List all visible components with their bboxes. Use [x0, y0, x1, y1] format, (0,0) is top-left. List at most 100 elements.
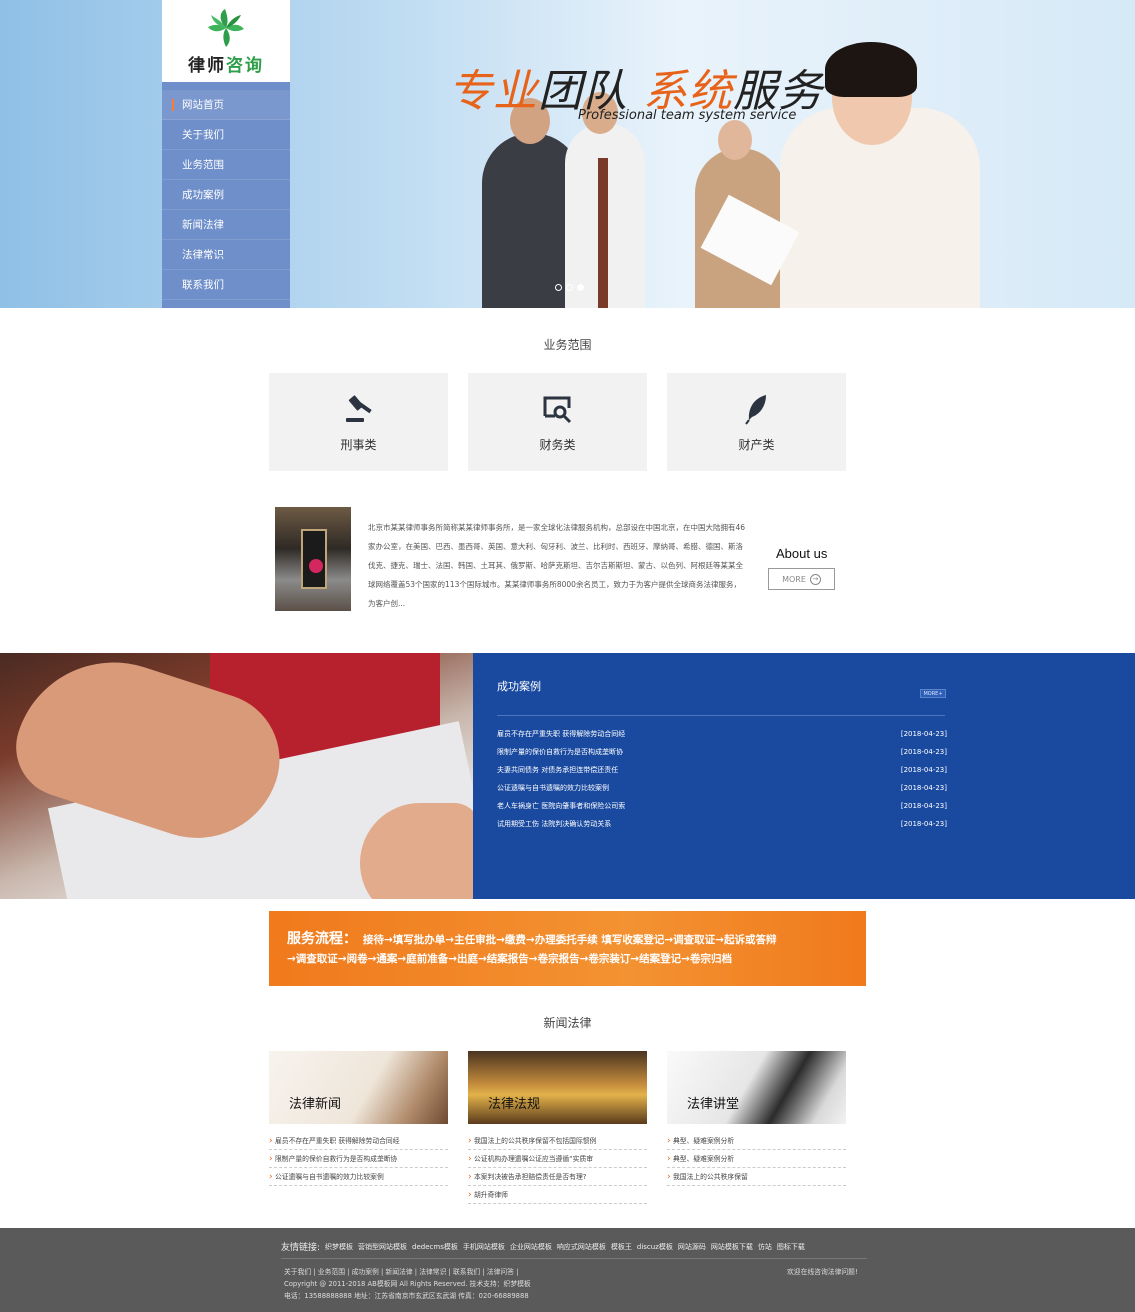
- about-text: 北京市某某律师事务所简称某某律师事务所，是一家全球化法律服务机构，总部设在中国北…: [368, 523, 746, 608]
- news-section-title: 新闻法律: [543, 1016, 592, 1030]
- friend-link[interactable]: 营销型网站模板: [358, 1242, 407, 1252]
- news-item[interactable]: 胡升奇律师: [468, 1186, 647, 1204]
- sidebar-nav: 律师咨询 网站首页 关于我们 业务范围 成功案例 新闻法律 法律常识 联系我们: [162, 0, 290, 308]
- about-title: About us: [776, 546, 828, 561]
- cases-list: 雇员不存在严重失职 获得解除劳动合同经 [2018-04-23] 限制产量的保价自…: [497, 725, 947, 833]
- pinwheel-logo-icon: [208, 8, 244, 47]
- friend-link[interactable]: 织梦模板: [325, 1242, 353, 1252]
- footer-info: 关于我们 | 业务范围 | 成功案例 | 新闻法律 | 法律常识 | 联系我们 …: [284, 1266, 531, 1302]
- news-item[interactable]: 限制产量的保价自救行为是否构成垄断协: [269, 1150, 448, 1168]
- news-columns: 法律新闻 雇员不存在严重失职 获得解除劳动合同经 限制产量的保价自救行为是否构成…: [269, 1051, 846, 1204]
- news-item[interactable]: 本案判决被告承担赔偿责任是否有理?: [468, 1168, 647, 1186]
- business-cards: 刑事类 财务类 财产类: [269, 373, 846, 471]
- case-item[interactable]: 试用期受工伤 法院判决确认劳动关系 [2018-04-23]: [497, 815, 947, 833]
- news-item[interactable]: 雇员不存在严重失职 获得解除劳动合同经: [269, 1132, 448, 1150]
- about-image: [275, 507, 351, 611]
- friend-link[interactable]: 网站源码: [678, 1242, 706, 1252]
- case-title: 老人车祸身亡 医院向肇事者和保险公司索: [497, 802, 626, 810]
- process-row: 服务流程： 接待→填写批办单→主任审批→缴费→办理委托手续 填写收案登记→调查取证…: [287, 929, 866, 949]
- footer: 友情链接: 织梦模板 营销型网站模板 dedecms模板 手机网站模板 企业网站…: [0, 1228, 1135, 1312]
- about-more-button[interactable]: MORE →: [768, 568, 835, 590]
- news-column: 法律法规 我国法上的公共秩序保留不包括国际惯例 公证机构办理遗嘱公证应当遵循“实…: [468, 1051, 647, 1204]
- news-image[interactable]: 法律讲堂: [667, 1051, 846, 1124]
- nav-item-knowledge[interactable]: 法律常识: [162, 240, 290, 270]
- business-card-finance[interactable]: 财务类: [468, 373, 647, 471]
- news-caption: 法律讲堂: [687, 1097, 740, 1112]
- case-item[interactable]: 雇员不存在严重失职 获得解除劳动合同经 [2018-04-23]: [497, 725, 947, 743]
- nav-item-cases[interactable]: 成功案例: [162, 180, 290, 210]
- logo-text-dark: 律师: [188, 55, 226, 76]
- more-label: MORE: [782, 574, 806, 584]
- nav-item-home[interactable]: 网站首页: [162, 90, 290, 120]
- arrow-right-icon: →: [809, 573, 821, 585]
- carousel-dots: [555, 284, 584, 291]
- news-caption: 法律新闻: [289, 1097, 342, 1112]
- friend-link[interactable]: 网站模板下载: [711, 1242, 753, 1252]
- news-image[interactable]: 法律法规: [468, 1051, 647, 1124]
- footer-copyright: Copyright @ 2011-2018 AB模板网 All Rights R…: [284, 1280, 531, 1288]
- footer-nav[interactable]: 关于我们 | 业务范围 | 成功案例 | 新闻法律 | 法律常识 | 联系我们 …: [284, 1266, 531, 1278]
- feather-icon: [744, 394, 766, 425]
- news-item[interactable]: 典型、疑难案例分析: [667, 1150, 846, 1168]
- friend-link[interactable]: 仿站: [758, 1242, 772, 1252]
- case-date: [2018-04-23]: [900, 730, 947, 738]
- business-card-label: 刑事类: [340, 437, 377, 452]
- logo-text: 律师咨询: [188, 51, 264, 76]
- logo-text-green: 咨询: [226, 55, 264, 76]
- friend-link[interactable]: 响应式网站模板: [557, 1242, 606, 1252]
- case-item[interactable]: 限制产量的保价自救行为是否构成垄断协 [2018-04-23]: [497, 743, 947, 761]
- news-list: 我国法上的公共秩序保留不包括国际惯例 公证机构办理遗嘱公证应当遵循“实质审 本案…: [468, 1132, 647, 1204]
- nav-menu: 网站首页 关于我们 业务范围 成功案例 新闻法律 法律常识 联系我们: [162, 82, 290, 300]
- case-title: 试用期受工伤 法院判决确认劳动关系: [497, 820, 612, 828]
- news-item[interactable]: 典型、疑难案例分析: [667, 1132, 846, 1150]
- business-card-property[interactable]: 财产类: [667, 373, 846, 471]
- business-card-criminal[interactable]: 刑事类: [269, 373, 448, 471]
- carousel-dot[interactable]: [555, 284, 562, 291]
- process-label: 服务流程：: [287, 931, 357, 947]
- slogan-part: 专业: [448, 66, 538, 117]
- case-item[interactable]: 老人车祸身亡 医院向肇事者和保险公司索 [2018-04-23]: [497, 797, 947, 815]
- cases-more-button[interactable]: MORE+: [920, 689, 946, 698]
- case-item[interactable]: 公证遗嘱与自书遗嘱的效力比较案例 [2018-04-23]: [497, 779, 947, 797]
- business-card-label: 财务类: [539, 437, 576, 452]
- nav-item-news[interactable]: 新闻法律: [162, 210, 290, 240]
- gavel-icon: [345, 394, 372, 422]
- footer-contact: 电话：13588888888 地址：江苏省南京市玄武区玄武湖 传真：020-66…: [284, 1292, 529, 1300]
- logo[interactable]: 律师咨询: [162, 0, 290, 82]
- case-title: 公证遗嘱与自书遗嘱的效力比较案例: [497, 784, 609, 792]
- case-item[interactable]: 夫妻共同债务 对债务承担连带偿还责任 [2018-04-23]: [497, 761, 947, 779]
- footer-welcome: 欢迎在线咨询法律问题!: [787, 1268, 858, 1276]
- friend-link[interactable]: 模板王: [611, 1242, 632, 1252]
- news-caption: 法律法规: [488, 1097, 541, 1112]
- cases-title: 成功案例: [497, 680, 541, 693]
- friend-link[interactable]: dedecms模板: [412, 1242, 458, 1252]
- business-section-title: 业务范围: [543, 338, 592, 352]
- process-steps: 接待→填写批办单→主任审批→缴费→办理委托手续 填写收案登记→调查取证→起诉或答…: [363, 934, 777, 946]
- news-column: 法律新闻 雇员不存在严重失职 获得解除劳动合同经 限制产量的保价自救行为是否构成…: [269, 1051, 448, 1204]
- nav-item-contact[interactable]: 联系我们: [162, 270, 290, 300]
- news-list: 典型、疑难案例分析 典型、疑难案例分析 我国法上的公共秩序保留: [667, 1132, 846, 1186]
- friend-link[interactable]: 企业网站模板: [510, 1242, 552, 1252]
- banner-slogan-en: Professional team system service: [578, 108, 797, 123]
- case-title: 限制产量的保价自救行为是否构成垄断协: [497, 748, 623, 756]
- news-image[interactable]: 法律新闻: [269, 1051, 448, 1124]
- search-screen-icon: [543, 396, 571, 423]
- service-process-banner: 服务流程： 接待→填写批办单→主任审批→缴费→办理委托手续 填写收案登记→调查取证…: [269, 911, 866, 986]
- process-row: →调查取证→阅卷→通案→庭前准备→出庭→结案报告→卷宗报告→卷宗装订→结案登记→…: [287, 953, 732, 965]
- carousel-dot[interactable]: [566, 284, 573, 291]
- case-date: [2018-04-23]: [900, 766, 947, 774]
- news-item[interactable]: 公证遗嘱与自书遗嘱的效力比较案例: [269, 1168, 448, 1186]
- friend-link[interactable]: discuz模板: [637, 1242, 673, 1252]
- case-title: 夫妻共同债务 对债务承担连带偿还责任: [497, 766, 619, 774]
- divider: [497, 715, 945, 716]
- nav-item-business[interactable]: 业务范围: [162, 150, 290, 180]
- friend-links-label: 友情链接:: [281, 1243, 321, 1253]
- business-card-label: 财产类: [738, 437, 775, 452]
- friend-link[interactable]: 图标下载: [777, 1242, 805, 1252]
- news-item[interactable]: 我国法上的公共秩序保留: [667, 1168, 846, 1186]
- news-item[interactable]: 公证机构办理遗嘱公证应当遵循“实质审: [468, 1150, 647, 1168]
- nav-item-about[interactable]: 关于我们: [162, 120, 290, 150]
- carousel-dot-active[interactable]: [577, 284, 584, 291]
- news-item[interactable]: 我国法上的公共秩序保留不包括国际惯例: [468, 1132, 647, 1150]
- friend-link[interactable]: 手机网站模板: [463, 1242, 505, 1252]
